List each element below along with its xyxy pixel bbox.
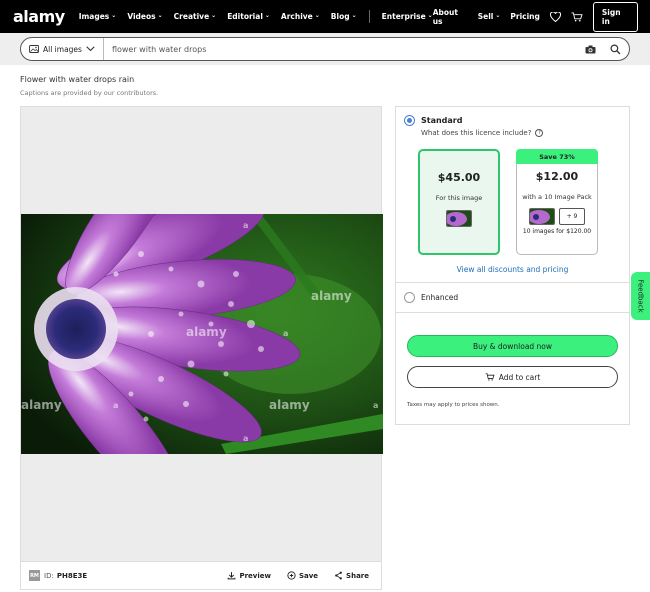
page-title: Flower with water drops rain bbox=[20, 75, 135, 84]
enhanced-radio[interactable] bbox=[404, 292, 415, 303]
image-thumbnail bbox=[529, 208, 555, 225]
nav-item-videos[interactable]: Videos ⌄ bbox=[127, 10, 162, 23]
image-id-label: ID: bbox=[44, 571, 54, 580]
nav-item-blog[interactable]: Blog ⌄ bbox=[331, 10, 357, 23]
image-type-dropdown[interactable]: All images bbox=[21, 38, 104, 60]
svg-text:a: a bbox=[243, 221, 248, 230]
plus-circle-icon bbox=[287, 571, 296, 580]
single-price-note: For this image bbox=[435, 194, 483, 202]
chevron-down-icon: ⌄ bbox=[157, 12, 163, 19]
chevron-down-icon: ⌄ bbox=[264, 12, 270, 19]
chevron-down-icon: ⌄ bbox=[211, 12, 217, 19]
main-photo[interactable]: alamy alamy alamy alamy a a a a a bbox=[21, 214, 383, 454]
chevron-down-icon bbox=[86, 46, 95, 52]
svg-text:a: a bbox=[243, 434, 248, 443]
pack-price-note: with a 10 Image Pack bbox=[522, 193, 592, 201]
save-percent-badge: Save 73% bbox=[516, 149, 598, 164]
svg-text:a: a bbox=[373, 401, 378, 410]
caption-note: Captions are provided by our contributor… bbox=[20, 89, 159, 97]
pack-total-note: 10 images for $120.00 bbox=[522, 228, 592, 235]
preview-button[interactable]: Preview bbox=[227, 571, 271, 580]
search-bar-row: All images flower with water drops bbox=[0, 33, 650, 65]
main-menu: Images ⌄ Videos ⌄ Creative ⌄ Editorial ⌄ Arc… bbox=[79, 10, 433, 23]
nav-divider bbox=[368, 10, 370, 23]
image-icon bbox=[29, 45, 39, 53]
enhanced-licence-option[interactable]: Enhanced bbox=[404, 292, 458, 303]
divider bbox=[396, 282, 629, 283]
svg-text:a: a bbox=[283, 329, 288, 338]
help-icon: ? bbox=[535, 129, 544, 137]
nav-item-enterprise[interactable]: Enterprise ⌄ bbox=[382, 10, 433, 23]
tax-note: Taxes may apply to prices shown. bbox=[407, 402, 500, 408]
single-price: $45.00 bbox=[437, 171, 481, 184]
cart-icon bbox=[485, 373, 495, 381]
heart-icon[interactable] bbox=[549, 11, 561, 22]
standard-radio[interactable] bbox=[404, 115, 415, 126]
flower-photo: alamy alamy alamy alamy a a a a a bbox=[21, 214, 383, 454]
additional-images-box: + 9 bbox=[559, 208, 585, 225]
image-viewer: alamy alamy alamy alamy a a a a a RM ID:… bbox=[20, 106, 383, 590]
camera-search-icon[interactable] bbox=[585, 45, 596, 54]
nav-item-images[interactable]: Images ⌄ bbox=[79, 10, 117, 23]
licence-panel: Standard What does this licence include?… bbox=[395, 106, 630, 425]
chevron-down-icon: ⌄ bbox=[111, 12, 117, 19]
view-all-pricing-link[interactable]: View all discounts and pricing bbox=[396, 265, 629, 274]
image-action-bar: RM ID: PH8E3E Preview Save Share bbox=[21, 561, 381, 589]
divider bbox=[396, 312, 629, 313]
nav-item-editorial[interactable]: Editorial ⌄ bbox=[227, 10, 270, 23]
account-menu: About us Sell ⌄ Pricing Sign in bbox=[433, 1, 638, 32]
chevron-down-icon: ⌄ bbox=[351, 12, 357, 19]
pricing-link[interactable]: Pricing bbox=[510, 12, 540, 21]
share-button[interactable]: Share bbox=[334, 571, 369, 580]
share-icon bbox=[335, 571, 342, 580]
pack-price: $12.00 bbox=[535, 170, 579, 183]
standard-licence-option[interactable]: Standard bbox=[404, 115, 462, 126]
image-pack-card[interactable]: Save 73% $12.00 with a 10 Image Pack + 9… bbox=[516, 149, 598, 255]
chevron-down-icon: ⌄ bbox=[495, 12, 501, 19]
sign-in-button[interactable]: Sign in bbox=[592, 1, 638, 32]
image-thumbnail bbox=[446, 210, 472, 227]
alamy-logo[interactable]: alamy bbox=[13, 7, 65, 26]
search-input[interactable]: flower with water drops bbox=[104, 45, 585, 54]
single-image-card[interactable]: $45.00 For this image bbox=[418, 149, 500, 255]
image-id: PH8E3E bbox=[56, 571, 88, 580]
buy-download-button[interactable]: Buy & download now bbox=[407, 335, 618, 357]
download-icon bbox=[228, 572, 236, 580]
watermark-text: alamy bbox=[269, 398, 310, 412]
nav-item-creative[interactable]: Creative ⌄ bbox=[174, 10, 217, 23]
watermark-text: alamy bbox=[311, 289, 352, 303]
add-to-cart-button[interactable]: Add to cart bbox=[407, 366, 618, 388]
search-box: All images flower with water drops bbox=[20, 37, 630, 61]
licence-info-link[interactable]: What does this licence include? ? bbox=[421, 129, 544, 137]
chevron-down-icon: ⌄ bbox=[314, 12, 320, 19]
nav-item-archive[interactable]: Archive ⌄ bbox=[281, 10, 320, 23]
cart-icon[interactable] bbox=[571, 11, 583, 22]
search-icon[interactable] bbox=[610, 43, 621, 55]
feedback-tab[interactable]: Feedback bbox=[631, 272, 650, 320]
watermark-text: alamy bbox=[21, 398, 62, 412]
top-navigation: alamy Images ⌄ Videos ⌄ Creative ⌄ Editoria… bbox=[0, 0, 650, 33]
chevron-down-icon: ⌄ bbox=[427, 12, 433, 19]
watermark-text: alamy bbox=[186, 325, 227, 339]
sell-menu[interactable]: Sell ⌄ bbox=[478, 12, 501, 21]
svg-text:a: a bbox=[113, 401, 118, 410]
about-us-link[interactable]: About us bbox=[433, 8, 468, 26]
rights-managed-badge: RM bbox=[29, 570, 40, 581]
save-button[interactable]: Save bbox=[287, 571, 318, 580]
